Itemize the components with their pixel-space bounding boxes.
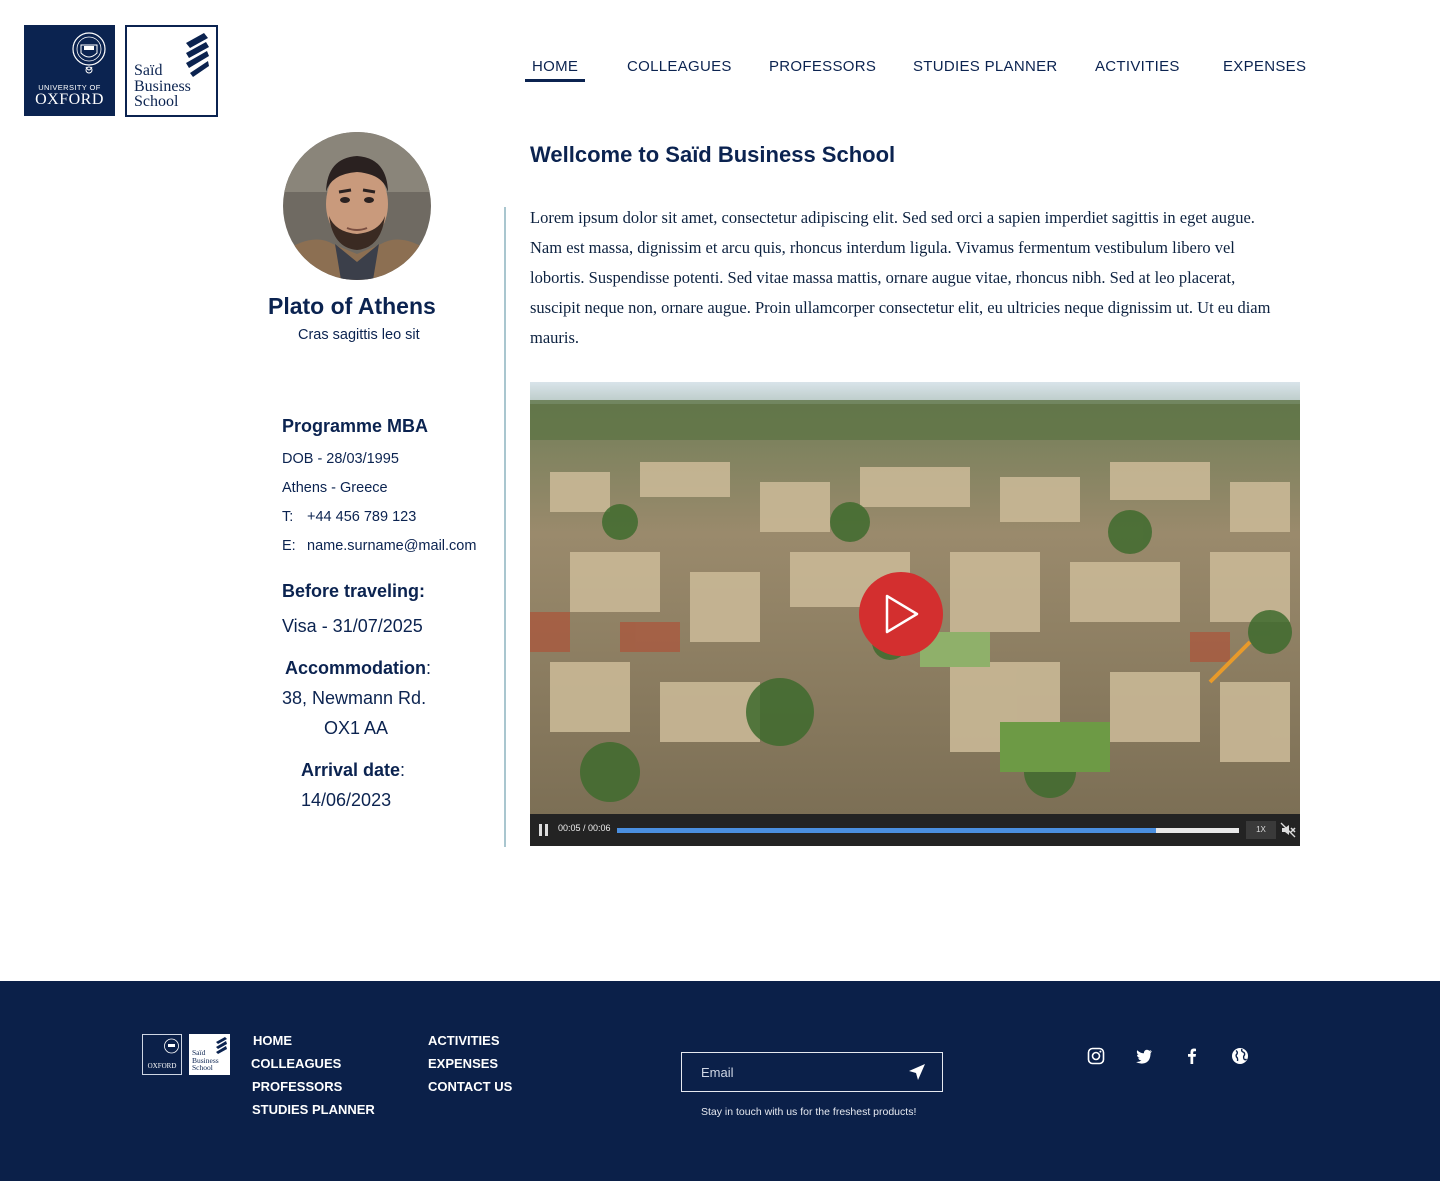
oxford-logo-text: OXFORD [35,91,104,108]
profile-email-row: E: name.surname@mail.com [282,538,476,554]
profile-phone-row: T: +44 456 789 123 [282,509,416,525]
arrival-date-title: Arrival date: [301,760,405,781]
accommodation-title: Accommodation: [285,658,431,679]
said-logo-word: School [134,93,179,110]
arrival-title-text: Arrival date [301,760,401,780]
accommodation-title-text: Accommodation [285,658,427,678]
phone-label: T: [282,509,294,525]
video-time: 00:05 / 00:06 [558,823,611,833]
play-icon [885,594,919,634]
profile-email[interactable]: name.surname@mail.com [307,538,476,554]
arrival-date-value: 14/06/2023 [301,790,392,810]
profile-dob: DOB - 28/03/1995 [282,451,399,467]
globe-icon[interactable] [1231,1047,1249,1065]
muted-speaker-icon[interactable] [1280,822,1296,838]
facebook-icon[interactable] [1183,1047,1201,1065]
footer-link-home[interactable]: HOME [253,1033,292,1048]
footer: OXFORD Saïd Business School HOME COLLEAG… [0,981,1440,1181]
nav-activities[interactable]: ACTIVITIES [1095,58,1180,75]
footer-said-text: Saïd Business School [192,1049,219,1072]
profile-name: Plato of Athens [268,293,436,319]
footer-oxford-crest-icon [164,1038,179,1054]
footer-oxford-logo[interactable]: OXFORD [142,1034,182,1075]
profile-location: Athens - Greece [282,480,388,496]
pause-icon[interactable] [538,824,550,836]
video-player[interactable]: 00:05 / 00:06 1X [530,382,1300,846]
intro-paragraph: Lorem ipsum dolor sit amet, consectetur … [530,208,1271,347]
footer-link-activities[interactable]: ACTIVITIES [428,1033,500,1048]
email-label: E: [282,538,296,554]
avatar-portrait-icon [283,132,431,280]
footer-logos[interactable]: OXFORD Saïd Business School [142,1034,230,1075]
newsletter-form [681,1052,943,1092]
profile-phone: +44 456 789 123 [307,509,417,525]
before-traveling-title: Before traveling: [282,581,426,601]
accommodation-line2: OX1 AA [324,718,389,738]
playback-speed-button[interactable]: 1X [1246,821,1276,839]
footer-link-studies-planner[interactable]: STUDIES PLANNER [252,1102,375,1117]
video-play-button[interactable] [859,572,943,656]
nav-expenses[interactable]: EXPENSES [1223,58,1306,75]
footer-oxford-text: OXFORD [147,1062,177,1070]
nav-professors[interactable]: PROFESSORS [769,58,876,75]
profile-avatar [283,132,431,280]
footer-link-colleagues[interactable]: COLLEAGUES [251,1056,341,1071]
footer-link-contact-us[interactable]: CONTACT US [428,1079,512,1094]
footer-link-expenses[interactable]: EXPENSES [428,1056,498,1071]
nav-studies-planner[interactable]: STUDIES PLANNER [913,58,1058,75]
accommodation-line1: 38, Newmann Rd. [282,688,427,708]
video-controls: 00:05 / 00:06 1X [530,814,1300,846]
profile-subtitle: Cras sagittis leo sit [298,327,420,343]
newsletter-tagline: Stay in touch with us for the freshest p… [701,1106,917,1118]
newsletter-email-input[interactable] [682,1053,902,1091]
twitter-icon[interactable] [1135,1047,1153,1065]
accommodation-colon: : [426,658,432,678]
instagram-icon[interactable] [1087,1047,1105,1065]
footer-link-professors[interactable]: PROFESSORS [252,1079,342,1094]
send-arrow-icon[interactable] [908,1063,926,1081]
video-progress-bar[interactable] [617,828,1239,833]
footer-said-logo[interactable]: Saïd Business School [189,1034,230,1075]
main-nav: HOME COLLEAGUES PROFESSORS STUDIES PLANN… [0,58,1440,84]
nav-colleagues[interactable]: COLLEAGUES [627,58,732,75]
column-divider [504,207,506,847]
programme-title: Programme MBA [282,416,429,436]
arrival-colon: : [400,760,406,780]
nav-home[interactable]: HOME [524,58,586,82]
footer-said-word: School [192,1063,213,1072]
page-title: Wellcome to Saïd Business School [530,142,896,167]
video-progress-fill [617,828,1156,833]
before-traveling-value: Visa - 31/07/2025 [282,616,423,636]
